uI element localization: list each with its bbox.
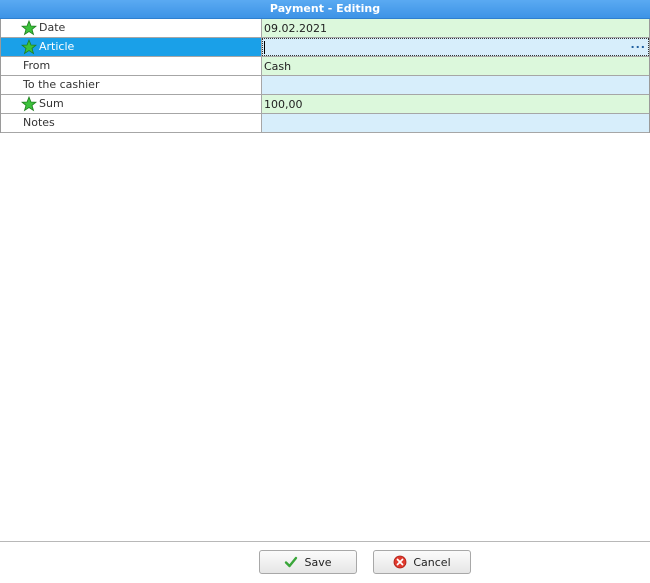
cancel-button-label: Cancel bbox=[413, 555, 451, 569]
notes-field[interactable] bbox=[262, 114, 649, 132]
sum-field[interactable]: 100,00 bbox=[262, 95, 649, 113]
article-lookup-button[interactable]: ... bbox=[630, 38, 646, 51]
payment-editing-window: Payment - Editing Date 09.02.2021 Articl… bbox=[0, 0, 650, 583]
article-field[interactable]: ... bbox=[262, 38, 649, 56]
field-label-notes: Notes bbox=[23, 116, 55, 129]
fields-grid: Date 09.02.2021 Article ... From Cash To… bbox=[0, 19, 650, 133]
date-field[interactable]: 09.02.2021 bbox=[262, 19, 649, 37]
field-label-cell-to-the-cashier: To the cashier bbox=[1, 76, 262, 94]
field-label-cell-notes: Notes bbox=[1, 114, 262, 132]
green-star-icon bbox=[21, 96, 37, 112]
field-label-to-the-cashier: To the cashier bbox=[23, 78, 100, 91]
green-star-icon bbox=[21, 39, 37, 55]
window-title: Payment - Editing bbox=[0, 0, 650, 19]
divider bbox=[0, 541, 650, 542]
green-star-icon bbox=[21, 20, 37, 36]
field-row-notes[interactable]: Notes bbox=[1, 114, 649, 133]
field-label-cell-sum: Sum bbox=[1, 95, 262, 113]
green-check-icon bbox=[285, 556, 298, 568]
to-the-cashier-field[interactable] bbox=[262, 76, 649, 94]
save-button-label: Save bbox=[304, 555, 332, 569]
field-label-from: From bbox=[23, 59, 51, 72]
cancel-button[interactable]: Cancel bbox=[373, 550, 471, 574]
text-caret bbox=[264, 40, 265, 54]
field-label-article: Article bbox=[39, 40, 75, 53]
red-cancel-icon bbox=[393, 555, 407, 569]
from-field[interactable]: Cash bbox=[262, 57, 649, 75]
field-row-to-the-cashier[interactable]: To the cashier bbox=[1, 76, 649, 95]
field-row-from[interactable]: From Cash bbox=[1, 57, 649, 76]
save-button[interactable]: Save bbox=[259, 550, 357, 574]
field-label-cell-from: From bbox=[1, 57, 262, 75]
field-row-article[interactable]: Article ... bbox=[1, 38, 649, 57]
field-label-cell-date: Date bbox=[1, 19, 262, 37]
field-row-sum[interactable]: Sum 100,00 bbox=[1, 95, 649, 114]
field-label-date: Date bbox=[39, 21, 66, 34]
field-row-date[interactable]: Date 09.02.2021 bbox=[1, 19, 649, 38]
field-label-cell-article: Article bbox=[1, 38, 262, 56]
field-label-sum: Sum bbox=[39, 97, 64, 110]
